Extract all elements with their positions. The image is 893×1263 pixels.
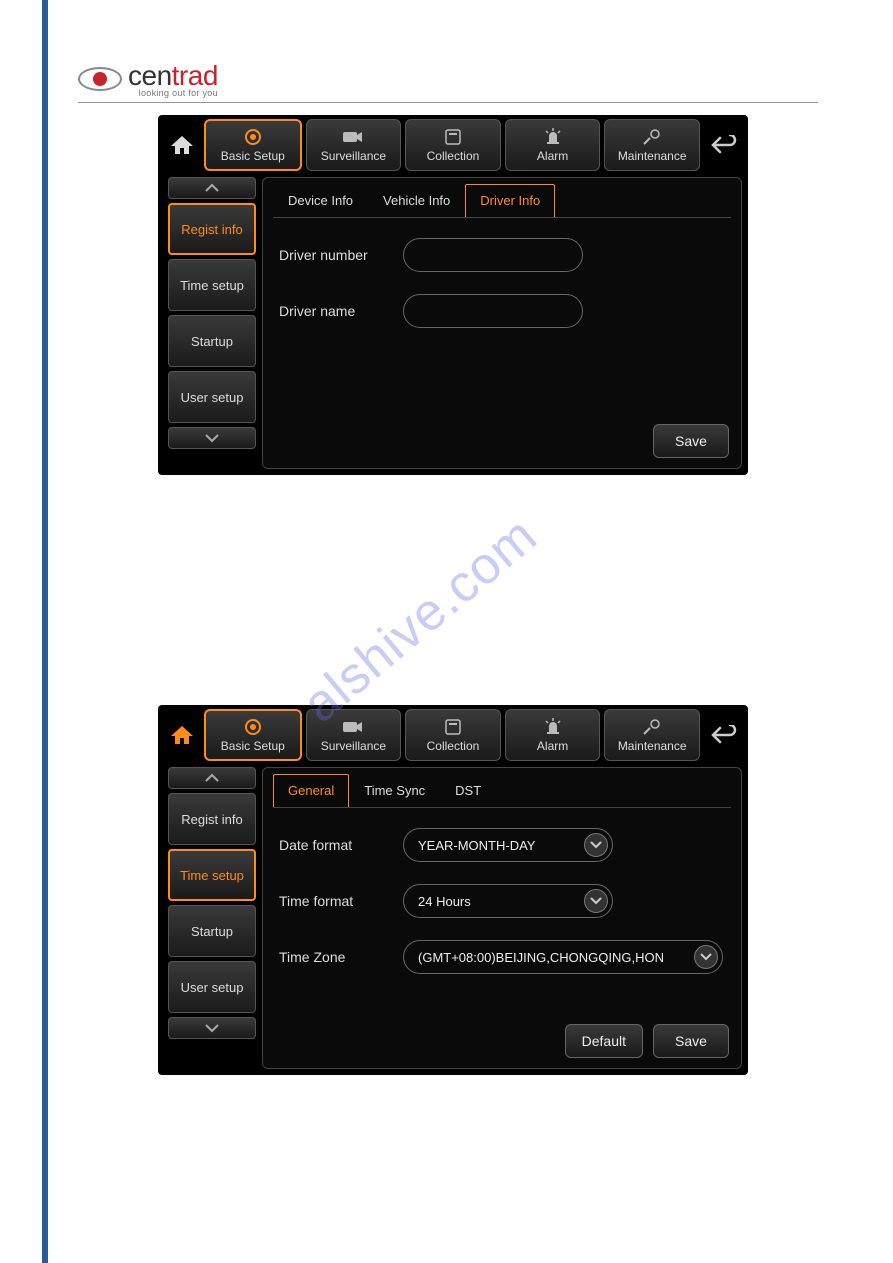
topnav-label: Alarm: [537, 739, 568, 753]
disk-icon: [444, 127, 462, 147]
button-label: Save: [675, 1033, 707, 1049]
brand-logo-icon: [78, 67, 122, 91]
sidebar-item-regist-info[interactable]: Regist info: [168, 793, 256, 845]
select-value: 24 Hours: [418, 894, 471, 909]
save-button[interactable]: Save: [653, 424, 729, 458]
tab-label: Vehicle Info: [383, 193, 450, 208]
sidebar-item-label: User setup: [181, 390, 244, 405]
topnav-alarm[interactable]: Alarm: [505, 709, 601, 761]
topnav-label: Collection: [427, 739, 480, 753]
select-value: (GMT+08:00)BEIJING,CHONGQING,HON: [418, 950, 664, 965]
device-screenshot-1: Basic Setup Surveillance Collection Alar…: [158, 115, 748, 475]
chevron-down-icon: [694, 945, 718, 969]
tab-label: Driver Info: [480, 193, 540, 208]
tab-device-info[interactable]: Device Info: [273, 184, 368, 217]
date-format-select[interactable]: YEAR-MONTH-DAY: [403, 828, 613, 862]
gear-icon: [243, 717, 263, 737]
tab-dst[interactable]: DST: [440, 774, 496, 807]
siren-icon: [543, 717, 563, 737]
button-label: Default: [582, 1033, 626, 1049]
sidebar-item-label: Time setup: [180, 278, 244, 293]
time-format-select[interactable]: 24 Hours: [403, 884, 613, 918]
sidebar-item-label: Time setup: [180, 868, 244, 883]
tab-label: General: [288, 783, 334, 798]
date-format-label: Date format: [279, 837, 389, 853]
sidebar-scroll-down[interactable]: [168, 427, 256, 449]
topnav-alarm[interactable]: Alarm: [505, 119, 601, 171]
time-zone-select[interactable]: (GMT+08:00)BEIJING,CHONGQING,HON: [403, 940, 723, 974]
sidebar-item-time-setup[interactable]: Time setup: [168, 259, 256, 311]
chevron-down-icon: [584, 889, 608, 913]
tab-label: Time Sync: [364, 783, 425, 798]
time-format-label: Time format: [279, 893, 389, 909]
topnav-label: Basic Setup: [221, 739, 285, 753]
page-left-border: [42, 0, 48, 1263]
disk-icon: [444, 717, 462, 737]
home-icon[interactable]: [164, 717, 200, 753]
time-zone-label: Time Zone: [279, 949, 389, 965]
tab-vehicle-info[interactable]: Vehicle Info: [368, 184, 465, 217]
tab-driver-info[interactable]: Driver Info: [465, 184, 555, 217]
camera-icon: [342, 717, 364, 737]
topnav-collection[interactable]: Collection: [405, 119, 501, 171]
sidebar-item-label: Startup: [191, 334, 233, 349]
camera-icon: [342, 127, 364, 147]
sidebar-scroll-up[interactable]: [168, 177, 256, 199]
topnav-basic-setup[interactable]: Basic Setup: [204, 119, 302, 171]
driver-name-label: Driver name: [279, 303, 389, 319]
default-button[interactable]: Default: [565, 1024, 643, 1058]
button-label: Save: [675, 433, 707, 449]
sidebar-item-user-setup[interactable]: User setup: [168, 961, 256, 1013]
wrench-gear-icon: [642, 717, 662, 737]
chevron-down-icon: [584, 833, 608, 857]
driver-number-label: Driver number: [279, 247, 389, 263]
sidebar-item-time-setup[interactable]: Time setup: [168, 849, 256, 901]
select-value: YEAR-MONTH-DAY: [418, 838, 535, 853]
home-icon[interactable]: [164, 127, 200, 163]
sidebar-item-user-setup[interactable]: User setup: [168, 371, 256, 423]
save-button[interactable]: Save: [653, 1024, 729, 1058]
topnav-maintenance[interactable]: Maintenance: [604, 119, 700, 171]
sidebar-item-label: User setup: [181, 980, 244, 995]
wrench-gear-icon: [642, 127, 662, 147]
back-icon[interactable]: [706, 717, 742, 753]
sidebar-item-label: Regist info: [181, 222, 242, 237]
sidebar-scroll-down[interactable]: [168, 1017, 256, 1039]
sidebar-scroll-up[interactable]: [168, 767, 256, 789]
tab-general[interactable]: General: [273, 774, 349, 807]
topnav-label: Surveillance: [321, 149, 386, 163]
topnav-basic-setup[interactable]: Basic Setup: [204, 709, 302, 761]
tab-label: DST: [455, 783, 481, 798]
topnav-label: Maintenance: [618, 739, 687, 753]
brand-tagline: looking out for you: [128, 88, 218, 98]
tab-label: Device Info: [288, 193, 353, 208]
driver-number-field[interactable]: [403, 238, 583, 272]
sidebar-item-startup[interactable]: Startup: [168, 315, 256, 367]
back-icon[interactable]: [706, 127, 742, 163]
device-screenshot-2: Basic Setup Surveillance Collection Alar…: [158, 705, 748, 1075]
topnav-surveillance[interactable]: Surveillance: [306, 709, 402, 761]
tab-time-sync[interactable]: Time Sync: [349, 774, 440, 807]
siren-icon: [543, 127, 563, 147]
gear-icon: [243, 127, 263, 147]
topnav-label: Basic Setup: [221, 149, 285, 163]
driver-name-field[interactable]: [403, 294, 583, 328]
sidebar-item-label: Regist info: [181, 812, 242, 827]
topnav-collection[interactable]: Collection: [405, 709, 501, 761]
sidebar-item-startup[interactable]: Startup: [168, 905, 256, 957]
sidebar-item-label: Startup: [191, 924, 233, 939]
topnav-label: Maintenance: [618, 149, 687, 163]
topnav-surveillance[interactable]: Surveillance: [306, 119, 402, 171]
sidebar-item-regist-info[interactable]: Regist info: [168, 203, 256, 255]
topnav-label: Collection: [427, 149, 480, 163]
brand-header: centrad looking out for you: [78, 60, 818, 103]
topnav-label: Alarm: [537, 149, 568, 163]
topnav-label: Surveillance: [321, 739, 386, 753]
topnav-maintenance[interactable]: Maintenance: [604, 709, 700, 761]
